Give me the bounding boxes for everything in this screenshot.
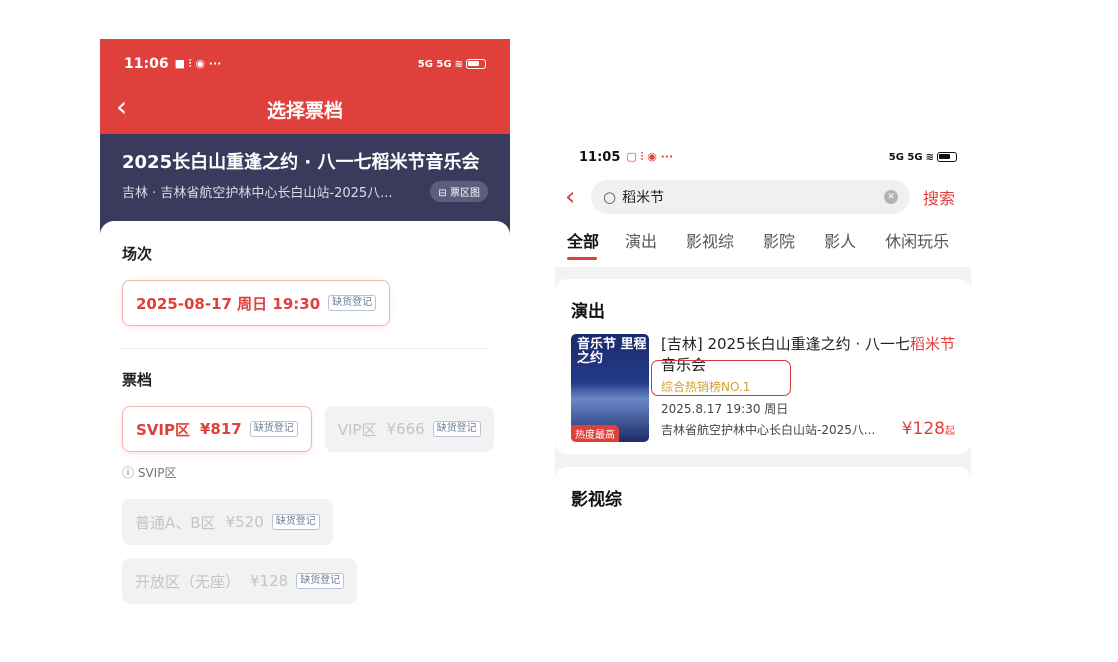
event-venue: 吉林 · 吉林省航空护林中心长白山站-2025八... (122, 186, 393, 201)
waitlist-tag: 缺货登记 (432, 421, 481, 437)
section-title: 演出 (571, 302, 605, 322)
search-button[interactable]: 搜索 (923, 185, 955, 209)
session-option[interactable]: 2025-08-17 周日 19:30 缺货登记 (122, 280, 391, 326)
signal-icon: 5G 5G (417, 58, 452, 70)
map-icon: ⊟ (438, 188, 447, 199)
waitlist-tag: 缺货登记 (271, 514, 320, 530)
status-notification-icons: ▢ ⫶ ◉ ··· (626, 150, 674, 163)
waitlist-tag: 缺货登记 (296, 573, 345, 589)
search-icon: ○ (603, 188, 617, 206)
tier-option-vip[interactable]: VIP区 ¥666 缺货登记 (324, 406, 494, 452)
tab-people[interactable]: 影人 (824, 228, 856, 262)
tier-option-standard[interactable]: 普通A、B区 ¥520 缺货登记 (122, 499, 333, 545)
search-header: 11:05 ▢ ⫶ ◉ ··· 5G 5G ≋ ‹ ○ 稻米节 ✕ 搜索 全部 … (555, 137, 971, 267)
back-icon[interactable]: ‹ (565, 184, 591, 210)
session-heading: 场次 (122, 245, 153, 263)
status-notification-icons: ■ ⫶ ◉ ··· (174, 57, 222, 70)
signal-icon: 5G 5G (888, 151, 923, 163)
search-query: 稻米节 (622, 190, 665, 206)
tab-leisure[interactable]: 休闲玩乐 (885, 228, 949, 262)
status-time: 11:06 (124, 56, 169, 72)
selection-sheet: 场次 2025-08-17 周日 19:30 缺货登记 票档 SVIP区 ¥81… (100, 221, 510, 662)
header-bar: 11:06 ■ ⫶ ◉ ··· 5G 5G ≋ ‹ 选择票档 (100, 39, 510, 134)
wifi-icon: ≋ (454, 58, 463, 70)
wifi-icon: ≋ (925, 151, 934, 163)
status-bar: 11:06 ■ ⫶ ◉ ··· 5G 5G ≋ (124, 39, 486, 89)
event-name: 2025长白山重逢之约 · 八一七稻米节音乐会 (122, 152, 480, 173)
waitlist-tag: 缺货登记 (328, 295, 377, 311)
status-bar: 11:05 ▢ ⫶ ◉ ··· 5G 5G ≋ (579, 147, 957, 167)
battery-icon (466, 59, 486, 69)
tier-heading: 票档 (122, 371, 153, 389)
nav-bar: ‹ 选择票档 (116, 89, 486, 129)
show-date: 2025.8.17 19:30 周日 (661, 402, 789, 416)
tab-film-tv[interactable]: 影视综 (686, 228, 734, 262)
clear-icon[interactable]: ✕ (884, 190, 898, 204)
show-price: ¥128起 (901, 419, 955, 439)
tier-option-svip[interactable]: SVIP区 ¥817 缺货登记 (122, 406, 312, 452)
show-venue: 吉林省航空护林中心长白山站-2025八... (661, 423, 876, 437)
seat-map-button[interactable]: ⊟ 票区图 (430, 181, 488, 202)
status-time: 11:05 (579, 149, 621, 165)
show-poster: 音乐节 里程之约 热度最高 (571, 334, 649, 442)
tab-shows[interactable]: 演出 (625, 228, 657, 262)
battery-icon (937, 152, 957, 162)
tier-note: ⓘ SVIP区 (122, 466, 177, 480)
tab-all[interactable]: 全部 (567, 228, 599, 262)
annotation-highlight-box (651, 360, 791, 396)
search-input[interactable]: ○ 稻米节 ✕ (591, 180, 910, 214)
ticket-tier-screen: 11:06 ■ ⫶ ◉ ··· 5G 5G ≋ ‹ 选择票档 2025长白山重逢… (100, 39, 510, 662)
film-tv-section: 影视综 (555, 467, 971, 517)
search-results-screen: 11:05 ▢ ⫶ ◉ ··· 5G 5G ≋ ‹ ○ 稻米节 ✕ 搜索 全部 … (555, 137, 971, 517)
hot-badge: 热度最高 (571, 425, 619, 442)
tab-cinema[interactable]: 影院 (763, 228, 795, 262)
divider (122, 348, 488, 349)
category-tabs: 全部 演出 影视综 影院 影人 休闲玩乐 (567, 228, 957, 262)
section-title: 影视综 (571, 490, 622, 510)
info-icon: ⓘ (122, 466, 135, 480)
tier-option-open[interactable]: 开放区（无座） ¥128 缺货登记 (122, 558, 358, 604)
shows-section: 演出 音乐节 里程之约 热度最高 [吉林] 2025长白山重逢之约 · 八一七稻… (555, 279, 971, 454)
waitlist-tag: 缺货登记 (249, 421, 298, 437)
event-banner: 2025长白山重逢之约 · 八一七稻米节音乐会 吉林 · 吉林省航空护林中心长白… (100, 134, 510, 234)
page-title: 选择票档 (266, 99, 343, 122)
back-icon[interactable]: ‹ (116, 93, 127, 121)
